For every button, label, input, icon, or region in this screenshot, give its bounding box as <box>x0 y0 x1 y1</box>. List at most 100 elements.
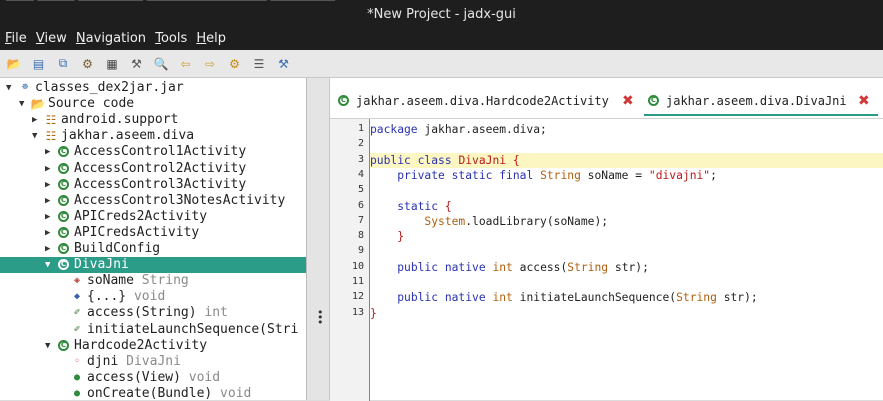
splitter-grip-icon[interactable]: • • • <box>317 307 324 328</box>
package-icon: ☷ <box>45 129 57 144</box>
class-icon: C <box>58 339 69 351</box>
static-init-icon: ◆ <box>73 291 81 303</box>
tree-node-type: String <box>133 273 189 289</box>
line-number: 3 <box>357 153 364 165</box>
sync-icon[interactable]: ⚙ <box>80 56 96 71</box>
code-line: private static final String soName = "di… <box>370 168 883 183</box>
code-token: DivaJni { <box>458 153 520 167</box>
tree-node[interactable]: ▼ C DivaJni <box>0 257 306 274</box>
code-token: public class <box>370 153 452 167</box>
find-class-icon[interactable]: 🔍 <box>153 56 169 71</box>
expand-arrow-icon[interactable]: ▶ <box>45 144 50 160</box>
tree-node-type: int <box>196 305 228 321</box>
collapse-arrow-icon[interactable]: ▼ <box>32 128 37 144</box>
decompile-all-icon[interactable]: ⚙ <box>227 56 243 71</box>
tree-node[interactable]: ● onCreate(Bundle) void <box>0 386 306 400</box>
tree-node-text: AccessControl3Activity <box>74 177 246 193</box>
menu-file[interactable]: File <box>5 28 27 50</box>
tree-node[interactable]: ✐ access(String) int <box>0 305 306 321</box>
log-icon[interactable]: ☰ <box>251 56 267 71</box>
expand-arrow-icon[interactable]: ▶ <box>32 112 37 128</box>
code-token: static <box>397 199 439 213</box>
tree-node-label: jakhar.aseem.diva <box>61 128 195 144</box>
line-number: 10 <box>351 260 364 272</box>
pane-splitter[interactable]: • • • <box>306 78 330 400</box>
expand-arrow-icon[interactable]: ▶ <box>45 161 50 177</box>
tree-node[interactable]: ▶ C APICredsActivity <box>0 225 306 241</box>
tree-node[interactable]: ▶ C AccessControl2Activity <box>0 161 306 177</box>
class-icon: C <box>58 162 69 174</box>
code-line: } <box>370 306 883 321</box>
tree-node[interactable]: ▼ 📂 Source code <box>0 96 306 112</box>
tree-node-label: access(String) <box>87 305 197 321</box>
tree-node[interactable]: ▶ C AccessControl3NotesActivity <box>0 193 306 209</box>
code-line: } <box>370 229 883 244</box>
back-icon[interactable]: ⇦ <box>178 56 194 71</box>
tree-node[interactable]: ✐ initiateLaunchSequence(Stri <box>0 322 306 338</box>
forward-icon[interactable]: ⇨ <box>202 56 218 71</box>
tree-node-label: APICreds2Activity <box>74 208 208 224</box>
tree-node-text: jakhar.aseem.diva <box>61 128 194 144</box>
tree-node[interactable]: ▶ C AccessControl3Activity <box>0 177 306 193</box>
class-icon: C <box>58 146 69 158</box>
code-line: package jakhar.aseem.diva; <box>370 122 883 137</box>
close-icon[interactable]: ✖ <box>858 90 870 112</box>
code-token: package <box>370 123 418 136</box>
expand-arrow-icon[interactable]: ▶ <box>45 209 50 225</box>
menu-help[interactable]: Help <box>196 28 226 50</box>
code-token: "divajni" <box>648 168 711 182</box>
code-editor[interactable]: 1 2 3 4 5 6 7 8 9 10 11 12 13 package jakhar.aseem.d… <box>330 118 883 401</box>
save-all-icon[interactable]: ⧉ <box>55 56 71 71</box>
flatten-packages-icon[interactable]: ▦ <box>104 56 120 71</box>
tree-node[interactable]: ▶ C AccessControl1Activity <box>0 144 306 160</box>
tree-node[interactable]: ▼ ☸ classes_dex2jar.jar <box>0 80 306 96</box>
tree-node[interactable]: ▼ C Hardcode2Activity <box>0 338 306 354</box>
close-icon[interactable]: ✖ <box>622 90 634 112</box>
menu-navigation[interactable]: Navigation <box>76 28 146 50</box>
expand-arrow-icon[interactable]: ▶ <box>45 225 50 241</box>
tree-node[interactable]: ● access(View) void <box>0 370 306 386</box>
private-field-icon: ◦ <box>73 355 81 367</box>
expand-arrow-icon[interactable]: ▶ <box>45 177 50 193</box>
class-icon: C <box>58 194 69 206</box>
code-token: initiateLaunchSequence( <box>512 291 677 305</box>
tree-node[interactable]: ▼ ☷ jakhar.aseem.diva <box>0 128 306 144</box>
tree-node[interactable]: ▶ ☷ android.support <box>0 112 306 128</box>
tree-node[interactable]: ◈ soName String <box>0 273 306 289</box>
tree-node[interactable]: ▶ C APICreds2Activity <box>0 209 306 225</box>
collapse-arrow-icon[interactable]: ▼ <box>19 96 24 112</box>
tree-node-text: access(String) int <box>87 305 228 321</box>
save-icon[interactable]: ▤ <box>31 56 47 71</box>
expand-arrow-icon[interactable]: ▶ <box>45 193 50 209</box>
menu-view[interactable]: View <box>36 28 67 50</box>
code-token: String <box>540 168 581 182</box>
collapse-arrow-icon[interactable]: ▼ <box>6 80 11 96</box>
expand-arrow-icon[interactable]: ▶ <box>45 241 50 257</box>
tree-node-text: BuildConfig <box>74 241 160 257</box>
tree-node[interactable]: ◦ djni DivaJni <box>0 354 306 370</box>
tree-node-text: onCreate(Bundle) void <box>87 386 251 400</box>
tab-hardcode2activity[interactable]: C jakhar.aseem.diva.Hardcode2Activity ✖ <box>336 90 636 116</box>
code-token: int <box>492 260 513 274</box>
tree-node[interactable]: ▶ C BuildConfig <box>0 241 306 257</box>
preferences-icon[interactable]: ⚒ <box>276 56 292 71</box>
menu-tools[interactable]: Tools <box>155 28 187 50</box>
collapse-arrow-icon[interactable]: ▼ <box>45 257 50 273</box>
code-token: str); <box>608 260 649 274</box>
code-token: jakhar.aseem.diva; <box>417 123 547 136</box>
code-token: ; <box>710 168 717 182</box>
search-text-icon[interactable]: ⚒ <box>129 56 145 71</box>
open-folder-icon[interactable]: 📂 <box>6 56 22 71</box>
class-icon: C <box>58 226 69 238</box>
tree-node[interactable]: ◆ {...} void <box>0 289 306 305</box>
tree-node-type: DivaJni <box>118 353 181 369</box>
tree-node-text: djni DivaJni <box>87 354 181 370</box>
tab-divajni[interactable]: C jakhar.aseem.diva.DivaJni ✖ <box>644 90 878 116</box>
code-line: public native int access(String str); <box>370 260 883 275</box>
collapse-arrow-icon[interactable]: ▼ <box>45 338 50 354</box>
